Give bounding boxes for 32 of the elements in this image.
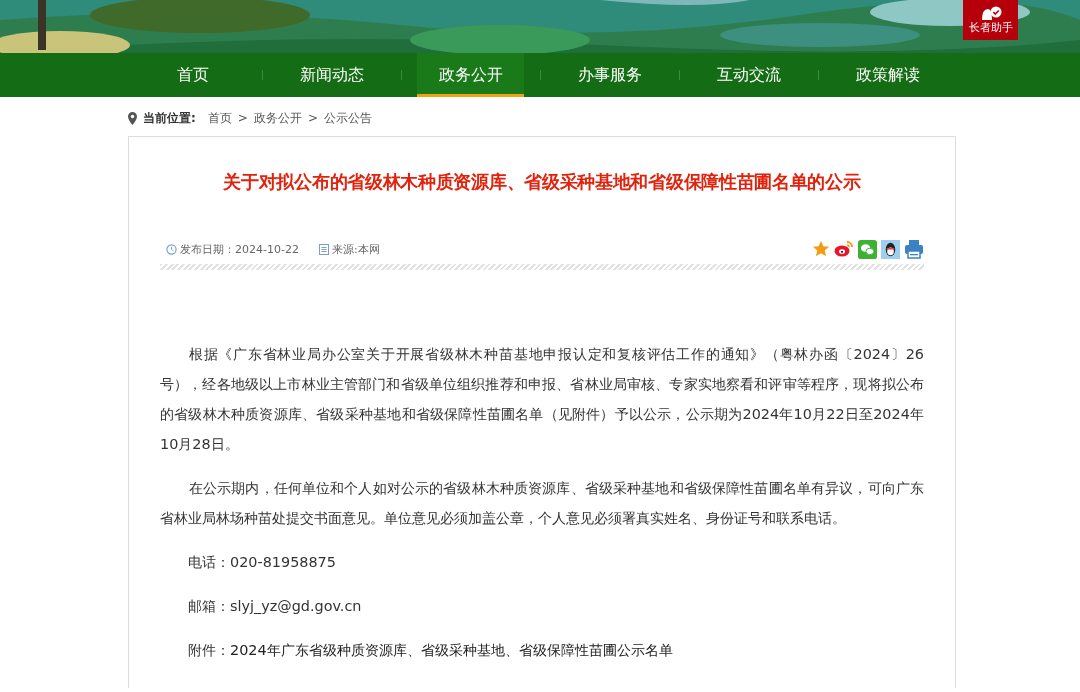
nav-tab[interactable]: 办事服务: [556, 53, 663, 97]
nav-tab[interactable]: 政策解读: [834, 53, 941, 97]
contact-value: 020-81958875: [230, 553, 336, 572]
breadcrumb-separator: >: [307, 111, 318, 125]
attachment-link[interactable]: 2024年广东省级种质资源库、省级采种基地、省级保障性苗圃公示名单: [230, 635, 673, 665]
clock-icon: [166, 243, 177, 255]
breadcrumb-separator: >: [237, 111, 248, 125]
publish-date: 发布日期：2024-10-22: [180, 241, 299, 257]
contact-value: slyj_yz@gd.gov.cn: [230, 597, 362, 616]
contact-label: 邮箱：: [188, 597, 230, 616]
user-check-icon: [979, 6, 1002, 20]
contact-label: 电话：: [188, 553, 230, 572]
nav-tab[interactable]: 互动交流: [695, 53, 802, 97]
document-icon: [318, 243, 329, 255]
article-paragraph: 根据《广东省林业局办公室关于开展省级林木种苗基地申报认定和复核评估工作的通知》（粤林办函〔2024〕26号），经各地级以上市林业主管部门和省级单位组织推荐和申报、省林业局审核、专家实地察看和评审等程序，现将拟公布的省级林木种质资源库、省级采种基地和省级保障性苗圃名单（见附件）予以公示，公示期为2024年10月22日至2024年10月28日。: [160, 345, 924, 454]
article-title: 关于对拟公布的省级林木种质资源库、省级采种基地和省级保障性苗圃名单的公示: [222, 170, 862, 194]
penguin-icon[interactable]: [881, 239, 900, 259]
contact-label: 附件：: [188, 641, 230, 660]
nav-tab[interactable]: 首页: [139, 53, 246, 97]
breadcrumb-link[interactable]: 首页: [207, 109, 232, 127]
location-pin-icon: [128, 111, 137, 125]
breadcrumb-link[interactable]: 政务公开: [253, 109, 302, 127]
article-paragraph: 在公示期内，任何单位和个人如对公示的省级林木种质资源库、省级采种基地和省级保障性苗圃名单有异议，可向广东省林业局林场种苗处提交书面意见。单位意见必须加盖公章，个人意见必须署真实姓名、身份证号和联系电话。: [160, 479, 924, 528]
weibo-icon[interactable]: [834, 240, 854, 258]
nav-tab[interactable]: 政务公开: [417, 53, 524, 97]
star-icon[interactable]: [812, 240, 830, 258]
nav-tab[interactable]: 新闻动态: [278, 53, 385, 97]
breadcrumb-label: 当前位置:: [143, 109, 196, 127]
breadcrumb-link[interactable]: 公示公告: [323, 109, 372, 127]
article-source: 来源:本网: [331, 241, 380, 257]
print-icon[interactable]: [904, 239, 924, 259]
elder-assist-badge[interactable]: 长者助手: [963, 0, 1018, 40]
